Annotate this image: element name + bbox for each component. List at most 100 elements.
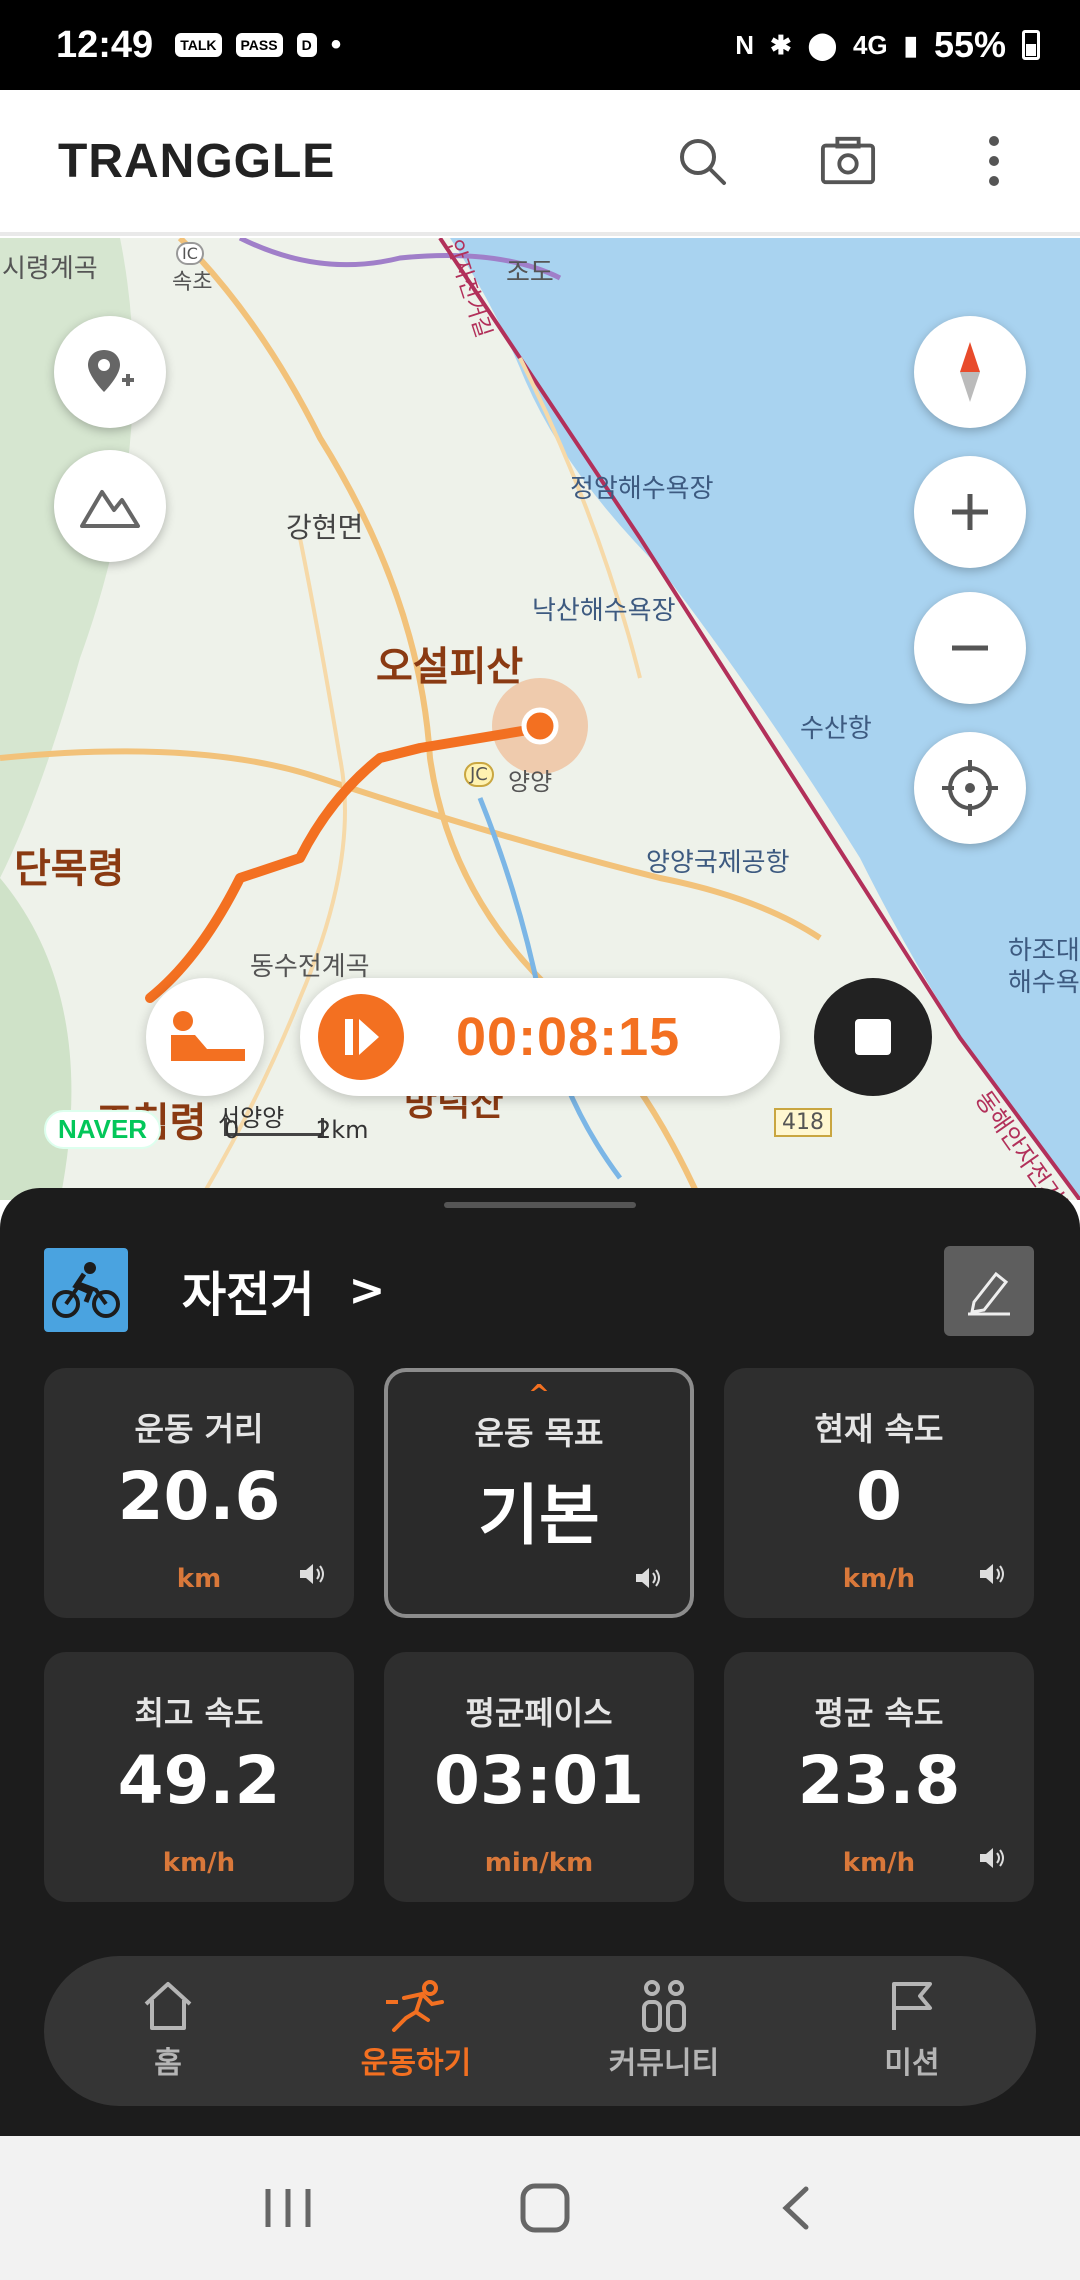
stat-label: 평균 속도	[814, 1694, 944, 1732]
map-label: 속초	[172, 270, 213, 295]
crosshair-icon	[942, 760, 998, 816]
speaker-icon[interactable]	[976, 1842, 1008, 1874]
elapsed-timer: 00:08:15	[456, 1007, 681, 1067]
stop-icon	[855, 1019, 891, 1055]
speaker-icon[interactable]	[632, 1562, 664, 1594]
dot-icon: •	[330, 28, 342, 61]
location-icon: ⬤	[807, 29, 837, 60]
map-label: 시령계곡	[2, 254, 98, 284]
stop-button[interactable]	[814, 978, 932, 1096]
nav-label: 운동하기	[360, 2046, 472, 2081]
map-label: 해수욕	[1008, 968, 1080, 998]
search-icon[interactable]	[674, 133, 730, 189]
map-label: 조도	[506, 258, 554, 288]
flag-icon	[892, 1982, 932, 2030]
home-icon	[144, 1982, 192, 2030]
stat-label: 최고 속도	[134, 1694, 264, 1732]
zoom-in-button[interactable]	[914, 456, 1026, 568]
chevron-right-icon: >	[348, 1264, 386, 1316]
compass-icon	[960, 342, 980, 402]
status-time: 12:49	[56, 23, 154, 66]
stat-card-max-speed[interactable]: 최고 속도 49.2 km/h	[44, 1652, 354, 1902]
map-label: 오설피산	[376, 644, 524, 690]
nav-exercise[interactable]: 운동하기	[292, 1956, 540, 2106]
stat-card-distance[interactable]: 운동 거리 20.6 km	[44, 1368, 354, 1618]
mountain-icon	[80, 490, 140, 528]
map-label: 수산항	[800, 714, 872, 744]
nav-mission[interactable]: 미션	[788, 1956, 1036, 2106]
speaker-icon[interactable]	[976, 1558, 1008, 1590]
minus-icon	[952, 645, 988, 651]
stat-value: 기본	[478, 1477, 600, 1554]
terrain-button[interactable]	[54, 450, 166, 562]
stat-value: 49.2	[117, 1742, 281, 1819]
stat-card-goal[interactable]: ^ 운동 목표 기본	[384, 1368, 694, 1618]
home-button-icon[interactable]	[515, 2178, 575, 2238]
map-label: 단목령	[14, 846, 125, 892]
bottom-navigation: 홈 운동하기 커뮤니티 미션	[44, 1956, 1036, 2106]
d-icon: D	[296, 33, 317, 57]
nfc-icon: N	[735, 29, 755, 60]
map-label: 정암해수욕장	[570, 474, 714, 504]
stat-unit: km/h	[162, 1848, 236, 1878]
stat-unit: min/km	[484, 1848, 594, 1878]
tracking-control: 00:08:15	[300, 978, 780, 1096]
talk-icon: TALK	[175, 33, 222, 57]
activity-title: 자전거	[182, 1267, 315, 1323]
add-pin-button[interactable]	[54, 316, 166, 428]
my-location-button[interactable]	[914, 732, 1026, 844]
edit-button[interactable]	[944, 1246, 1034, 1336]
nav-label: 커뮤니티	[608, 2046, 720, 2081]
nav-home[interactable]: 홈	[44, 1956, 292, 2106]
stat-label: 운동 목표	[474, 1414, 604, 1452]
stat-value: 23.8	[797, 1742, 961, 1819]
back-icon[interactable]	[772, 2183, 822, 2233]
battery-icon	[1022, 30, 1040, 60]
system-navigation	[0, 2136, 1080, 2280]
bicycle-icon	[44, 1248, 128, 1332]
naver-logo: NAVER	[44, 1110, 162, 1149]
map-label: 양양국제공항	[646, 848, 790, 878]
stat-card-avg-speed[interactable]: 평균 속도 23.8 km/h	[724, 1652, 1034, 1902]
sheet-handle[interactable]	[444, 1202, 636, 1208]
network-icon: 4G	[852, 29, 888, 60]
pencil-icon	[968, 1271, 1010, 1316]
nav-community[interactable]: 커뮤니티	[540, 1956, 788, 2106]
stat-label: 현재 속도	[814, 1410, 944, 1448]
bluetooth-icon: ✱	[770, 29, 792, 60]
pause-button[interactable]	[318, 994, 404, 1080]
more-icon[interactable]	[966, 133, 1022, 189]
speaker-icon[interactable]	[296, 1558, 328, 1590]
activity-selector[interactable]: 자전거 >	[44, 1248, 385, 1332]
interchange-marker: IC	[176, 242, 204, 265]
stat-label: 운동 거리	[134, 1410, 264, 1448]
camera-icon[interactable]	[820, 133, 876, 189]
rest-button[interactable]	[146, 978, 264, 1096]
notification-icons: TALK PASS D •	[175, 28, 341, 62]
signal-icon: ▮	[903, 29, 918, 60]
stat-value: 03:01	[433, 1742, 645, 1819]
status-bar: 12:49 TALK PASS D • N ✱ ⬤ 4G ▮ 55%	[0, 0, 1080, 90]
stat-card-current-speed[interactable]: 현재 속도 0 km/h	[724, 1368, 1034, 1618]
battery-percent: 55%	[933, 24, 1006, 65]
stat-value: 20.6	[117, 1458, 281, 1535]
stat-card-avg-pace[interactable]: 평균페이스 03:01 min/km	[384, 1652, 694, 1902]
running-icon	[386, 1980, 444, 2032]
scale-end-label: 2km	[316, 1116, 369, 1144]
pause-icon	[345, 1019, 379, 1055]
stat-label: 평균페이스	[465, 1694, 613, 1732]
caret-up-icon: ^	[528, 1380, 550, 1410]
nav-label: 홈	[154, 2046, 182, 2081]
add-location-icon	[88, 350, 134, 392]
road-number: 418	[774, 1108, 832, 1137]
recent-apps-icon[interactable]	[258, 2183, 318, 2233]
pass-icon: PASS	[235, 33, 283, 57]
community-icon	[642, 1980, 686, 2032]
app-bar: TRANGGLE	[0, 90, 1080, 236]
compass-button[interactable]	[914, 316, 1026, 428]
zoom-out-button[interactable]	[914, 592, 1026, 704]
app-logo: TRANGGLE	[58, 134, 336, 188]
status-right: N ✱ ⬤ 4G ▮ 55%	[735, 24, 1040, 66]
map-label: 낙산해수욕장	[532, 596, 676, 626]
junction-marker: JC	[464, 762, 494, 787]
